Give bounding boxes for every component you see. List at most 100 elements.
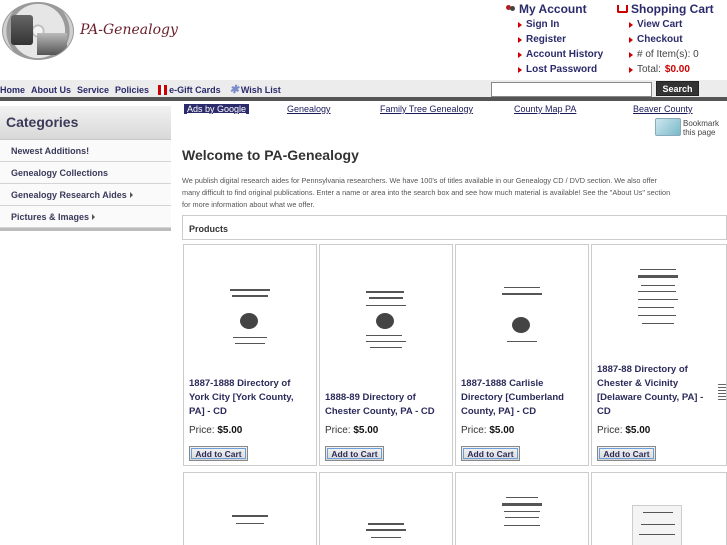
ad-link-family-tree[interactable]: Family Tree Genealogy: [380, 104, 473, 114]
category-pictures-images[interactable]: Pictures & Images: [0, 206, 171, 228]
product-card: [183, 472, 317, 545]
site-title[interactable]: PA-Genealogy: [80, 22, 178, 38]
thumb-line: [366, 291, 404, 293]
submenu-arrow-icon: [92, 213, 96, 220]
bookmark-text: Bookmark this page: [683, 119, 719, 137]
price-label: Price:: [325, 425, 351, 436]
bookmark-line2: this page: [683, 128, 716, 137]
bookmark-icon: [655, 118, 681, 136]
product-price: Price: $5.00: [189, 425, 242, 436]
product-name-link[interactable]: 1887-1888 Directory of York City [York C…: [189, 377, 309, 419]
category-newest-additions[interactable]: Newest Additions!: [0, 140, 171, 162]
nav-home[interactable]: Home: [0, 85, 25, 95]
sign-in-link[interactable]: Sign In: [518, 17, 603, 32]
cart-icon: [617, 5, 628, 13]
gift-icon: [158, 84, 168, 95]
product-thumbnail[interactable]: [496, 283, 548, 355]
thumb-line: [235, 343, 265, 344]
arrow-icon: [518, 21, 522, 28]
search-input[interactable]: [491, 82, 652, 97]
add-to-cart-button[interactable]: Add to Cart: [325, 446, 384, 461]
nav-about-us[interactable]: About Us: [31, 85, 71, 95]
submenu-arrow-icon: [129, 191, 133, 198]
product-thumbnail[interactable]: [360, 283, 412, 355]
thumb-line: [507, 341, 537, 342]
product-name-link[interactable]: 1887-1888 Carlisle Directory [Cumberland…: [461, 377, 581, 419]
nav-gift-cards-label: e-Gift Cards: [169, 84, 221, 95]
cart-heading[interactable]: Shopping Cart: [617, 2, 714, 16]
view-cart-label: View Cart: [637, 19, 683, 30]
add-to-cart-label: Add to Cart: [331, 448, 378, 459]
ad-link-genealogy[interactable]: Genealogy: [287, 104, 331, 114]
product-card: 1887-1888 Directory of York City [York C…: [183, 244, 317, 466]
price-label: Price:: [461, 425, 487, 436]
search-button[interactable]: Search: [656, 81, 699, 96]
ads-by-google-link[interactable]: Ads by Google: [184, 104, 250, 114]
nav-policies[interactable]: Policies: [115, 85, 149, 95]
thumb-line: [371, 537, 401, 538]
product-name-link[interactable]: 1887-88 Directory of Chester & Vicinity …: [597, 363, 717, 419]
product-thumbnail[interactable]: [224, 501, 276, 545]
thumb-line: [233, 337, 267, 338]
thumb-line: [369, 297, 403, 299]
account-history-link[interactable]: Account History: [518, 47, 603, 62]
product-thumbnail[interactable]: [224, 283, 276, 355]
thumb-line: [638, 275, 678, 278]
product-thumbnail[interactable]: [632, 505, 682, 545]
sign-in-label: Sign In: [526, 19, 560, 30]
thumb-line: [366, 335, 402, 336]
thumb-line: [506, 497, 538, 498]
price-value: $5.00: [353, 425, 379, 436]
add-to-cart-button[interactable]: Add to Cart: [597, 446, 656, 461]
arrow-icon: [518, 51, 522, 58]
checkout-link[interactable]: Checkout: [629, 32, 714, 47]
thumb-line: [504, 525, 540, 526]
cart-title: Shopping Cart: [631, 2, 714, 16]
add-to-cart-button[interactable]: Add to Cart: [461, 446, 520, 461]
nav-wish-list[interactable]: ✱ Wish List: [227, 83, 281, 96]
product-thumbnail[interactable]: [496, 493, 548, 543]
lost-password-link[interactable]: Lost Password: [518, 62, 603, 77]
scrollbar-grip[interactable]: [718, 384, 726, 400]
ad-link-beaver-county[interactable]: Beaver County: [633, 104, 693, 114]
product-thumbnail[interactable]: [360, 501, 412, 545]
add-to-cart-label: Add to Cart: [467, 448, 514, 459]
ad-link-county-map[interactable]: County Map PA: [514, 104, 576, 114]
nav-gift-cards[interactable]: e-Gift Cards: [155, 84, 221, 95]
arrow-icon: [518, 66, 522, 73]
register-link[interactable]: Register: [518, 32, 603, 47]
thumb-line: [638, 307, 674, 308]
account-heading[interactable]: My Account: [506, 2, 603, 16]
product-name-link[interactable]: 1888-89 Directory of Chester County, PA …: [325, 391, 445, 419]
bookmark-line1: Bookmark: [683, 119, 720, 128]
product-thumbnail[interactable]: [632, 265, 684, 337]
thumb-line: [641, 285, 675, 286]
account-menu: My Account Sign In Register Account Hist…: [506, 2, 603, 77]
category-label: Genealogy Research Aides: [11, 189, 127, 200]
view-cart-link[interactable]: View Cart: [629, 17, 714, 32]
thumb-line: [504, 287, 540, 288]
arrow-icon: [629, 21, 633, 28]
ads-row: Ads by Google Genealogy Family Tree Gene…: [182, 104, 727, 117]
thumb-line: [505, 517, 539, 518]
category-research-aides[interactable]: Genealogy Research Aides: [0, 184, 171, 206]
sidebar-footer-bar: [0, 228, 171, 231]
users-icon: [506, 5, 516, 13]
add-to-cart-button[interactable]: Add to Cart: [189, 446, 248, 461]
bookmark-widget[interactable]: Bookmark this page: [653, 116, 727, 138]
price-value: $5.00: [625, 425, 651, 436]
page-title: Welcome to PA-Genealogy: [182, 147, 359, 163]
logo-portrait-image: [11, 15, 33, 45]
thumb-line: [232, 295, 268, 297]
nav-service[interactable]: Service: [77, 85, 109, 95]
thumb-line: [232, 515, 268, 517]
cart-menu: Shopping Cart View Cart Checkout # of It…: [617, 2, 714, 77]
thumb-line: [643, 512, 673, 513]
add-to-cart-label: Add to Cart: [195, 448, 242, 459]
product-price: Price: $5.00: [597, 425, 650, 436]
site-logo[interactable]: [2, 2, 74, 60]
category-genealogy-collections[interactable]: Genealogy Collections: [0, 162, 171, 184]
price-value: $5.00: [217, 425, 243, 436]
category-label: Pictures & Images: [11, 211, 90, 222]
lost-password-label: Lost Password: [526, 64, 598, 75]
